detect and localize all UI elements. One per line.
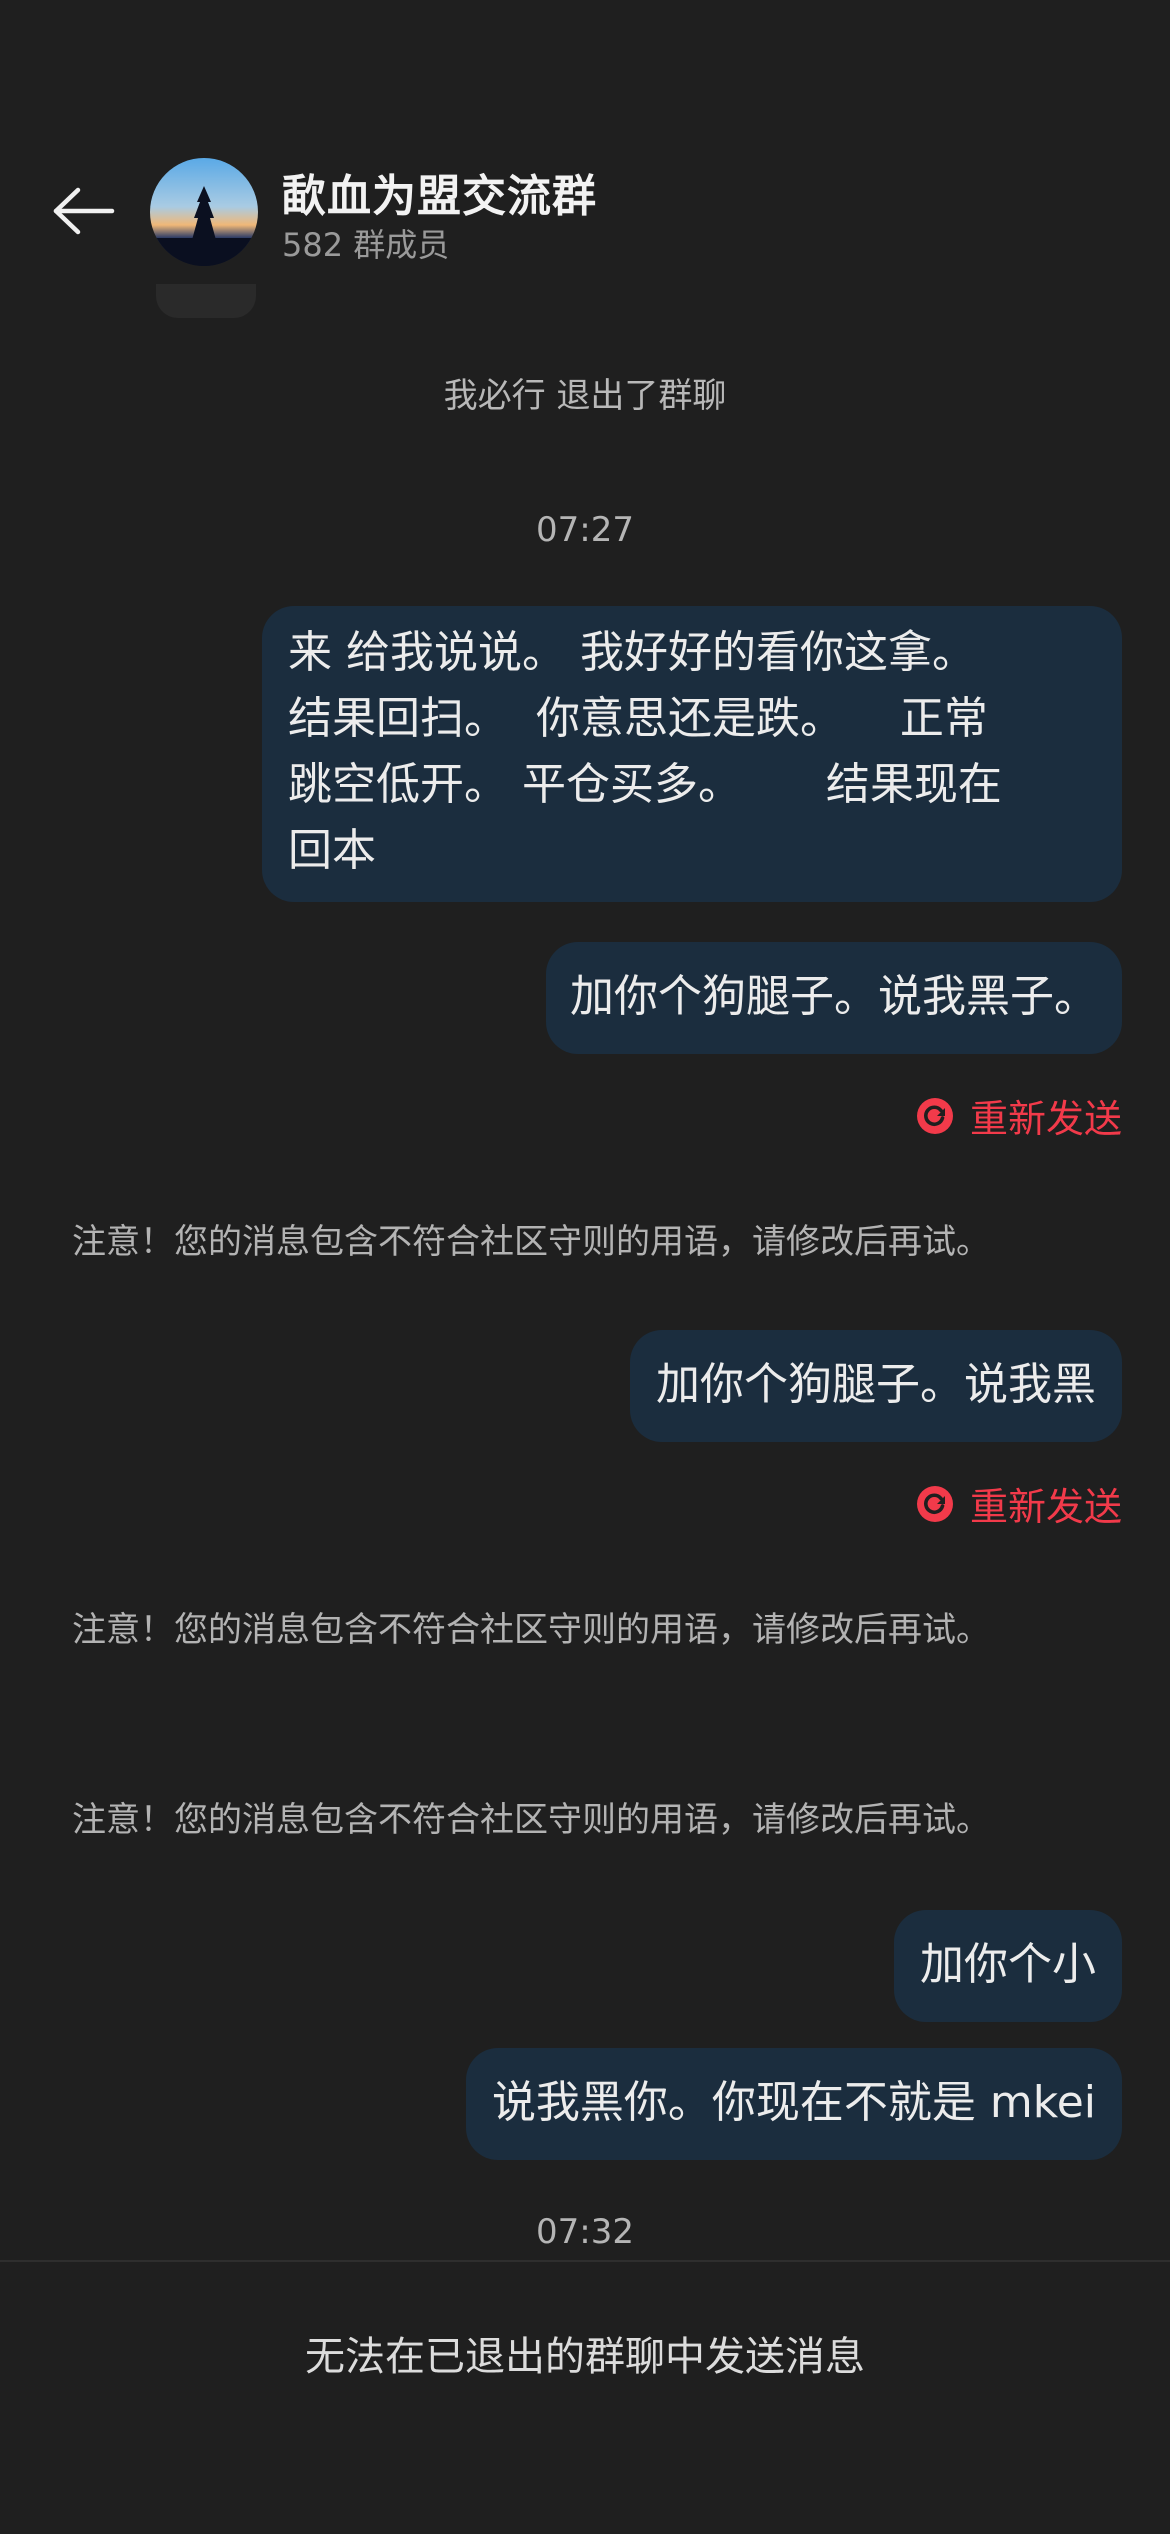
outgoing-message-bubble[interactable]: 来 给我说说。 我好好的看你这拿。 结果回扫。 你意思还是跌。 正常 跳空低开。…: [262, 606, 1122, 902]
message-line: 回本: [288, 825, 376, 876]
system-event-message: 我必行 退出了群聊: [443, 376, 727, 416]
content-warning-message: 注意！您的消息包含不符合社区守则的用语，请修改后再试。: [72, 1222, 990, 1262]
outgoing-message-bubble[interactable]: 加你个狗腿子。说我黑: [630, 1330, 1122, 1442]
resend-label: 重新发送: [969, 1485, 1122, 1529]
timestamp: 07:27: [536, 510, 634, 550]
message-line: 结果回扫。 你意思还是跌。 正常: [288, 693, 988, 744]
group-avatar-image: [150, 158, 258, 266]
outgoing-message-bubble[interactable]: 加你个狗腿子。说我黑子。: [546, 942, 1122, 1054]
resend-button[interactable]: 重新发送: [916, 1088, 1122, 1143]
resend-icon: [916, 1485, 954, 1523]
content-warning-message: 注意！您的消息包含不符合社区守则的用语，请修改后再试。: [72, 1800, 990, 1840]
resend-button[interactable]: 重新发送: [916, 1476, 1122, 1531]
resend-icon: [916, 1097, 954, 1135]
input-disabled-footer: 无法在已退出的群聊中发送消息: [0, 2260, 1170, 2534]
message-line: 跳空低开。 平仓买多。 结果现在: [288, 759, 1002, 810]
resend-label: 重新发送: [969, 1097, 1122, 1141]
message-text: 加你个小: [920, 1939, 1096, 1990]
back-button[interactable]: [44, 175, 124, 247]
content-warning-message: 注意！您的消息包含不符合社区守则的用语，请修改后再试。: [72, 1610, 990, 1650]
message-text: 说我黑你。你现在不就是 mkei: [491, 2077, 1096, 2128]
group-name: 歃血为盟交流群: [282, 171, 597, 222]
chat-header: 歃血为盟交流群 582 群成员: [0, 0, 1170, 318]
outgoing-message-bubble[interactable]: 说我黑你。你现在不就是 mkei: [465, 2048, 1122, 2160]
timestamp: 07:32: [536, 2212, 634, 2252]
back-arrow-icon: [53, 187, 115, 235]
cannot-send-notice: 无法在已退出的群聊中发送消息: [305, 2334, 865, 2380]
group-avatar[interactable]: [150, 158, 258, 266]
message-line: 来 给我说说。 我好好的看你这拿。: [288, 627, 976, 678]
previous-avatar-peek: [156, 284, 256, 318]
message-text: 加你个狗腿子。说我黑子。: [570, 971, 1098, 1022]
outgoing-message-bubble[interactable]: 加你个小: [894, 1910, 1122, 2022]
message-text: 加你个狗腿子。说我黑: [656, 1359, 1096, 1410]
member-count[interactable]: 582 群成员: [282, 220, 449, 266]
